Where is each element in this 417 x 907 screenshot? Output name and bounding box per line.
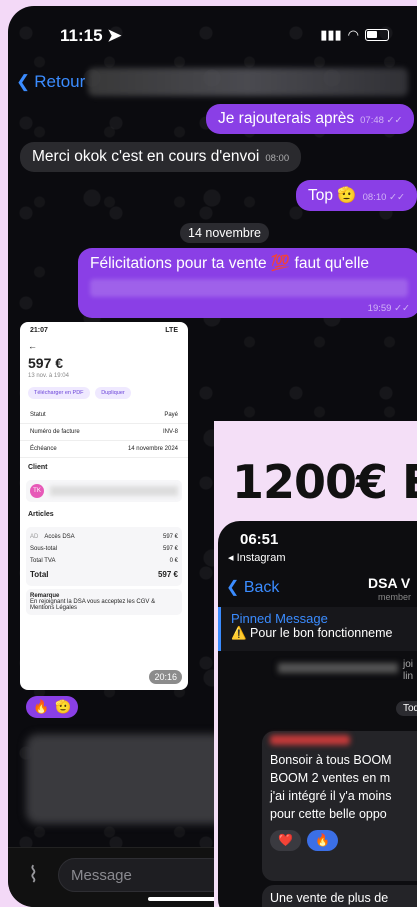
chevron-left-icon: ❮: [16, 72, 31, 91]
paperclip-icon[interactable]: ⌇: [28, 862, 39, 888]
status-time: 11:15 ➤: [60, 26, 122, 45]
group-message-2: Une vente de plus de: [262, 885, 417, 907]
client-avatar: TK: [30, 484, 44, 498]
message-line: pour cette belle oppo: [270, 807, 387, 822]
blurred-text: [90, 279, 408, 297]
battery-icon: [365, 29, 389, 41]
client-card: TK: [26, 480, 182, 502]
client-name-blurred: [50, 486, 178, 496]
instagram-backlink: ◂ Instagram: [228, 552, 286, 564]
invoice-row: Numéro de facture INV-8: [20, 424, 188, 441]
subtotal-row: Sous-total 597 €: [30, 543, 178, 555]
remarque-text: En rejoignant la DSA vous acceptez les C…: [30, 599, 156, 611]
message-input[interactable]: Message: [58, 858, 228, 892]
message-bubble-outgoing[interactable]: Top 🫡 08:10 ✓✓: [296, 180, 417, 211]
wifi-icon: ◠: [347, 27, 359, 42]
overlay-poster: 1200€ EN 06:51 ◂ Instagram ❮ Back DSA V …: [214, 421, 417, 907]
message-text: Merci okok c'est en cours d'envoi: [32, 148, 260, 165]
blurred-message: [26, 734, 226, 824]
status-bar: 11:15 ➤ ▮▮▮ ◠: [8, 6, 417, 62]
row-value: Payé: [164, 412, 178, 418]
message-bubble-outgoing[interactable]: Je rajouterais après 07:48 ✓✓: [206, 104, 415, 134]
pinned-message-bar: Pinned Message ⚠️ Pour le bon fonctionne…: [218, 607, 417, 651]
inner-phone-screenshot: 06:51 ◂ Instagram ❮ Back DSA V member Pi…: [218, 521, 417, 907]
contact-name-blurred[interactable]: [88, 68, 408, 96]
tva-row: Total TVA 0 €: [30, 555, 178, 567]
row-label: Total TVA: [30, 558, 56, 564]
invoice-network: LTE: [165, 327, 178, 334]
download-pdf-button: Télécharger en PDF: [28, 387, 90, 399]
message-reactions: ❤️ 🔥: [270, 829, 417, 851]
duplicate-button: Dupliquer: [95, 387, 131, 399]
back-button[interactable]: ❮ Retour: [16, 72, 85, 92]
arrow-left-icon: ←: [28, 341, 37, 351]
row-label: Sous-total: [30, 546, 58, 552]
article-row: AD Accès DSA 597 €: [30, 531, 178, 543]
invoice-message-time: 20:16: [149, 670, 182, 684]
group-message: Bonsoir à tous BOOM BOOM 2 ventes en m j…: [262, 731, 417, 881]
join-notice: joi: [403, 659, 414, 670]
heart-emoji-icon: ❤️: [270, 829, 301, 851]
signal-icon: ▮▮▮: [320, 27, 342, 42]
inner-chat-subtitle: member: [378, 592, 412, 602]
row-value: 597 €: [162, 546, 178, 552]
join-notice-2: lin: [403, 671, 414, 682]
article-code: AD: [30, 534, 39, 540]
message-time: 08:10 ✓✓: [362, 192, 405, 203]
message-text: Top 🫡: [308, 187, 357, 204]
message-bubble-outgoing[interactable]: Félicitations pour ta vente 💯 faut qu'el…: [78, 248, 417, 318]
poster-title: 1200€ EN: [232, 455, 417, 509]
join-notice-blurred: [278, 663, 398, 673]
status-icons: ▮▮▮ ◠: [320, 27, 389, 43]
back-label: Retour: [34, 72, 86, 91]
fire-emoji-icon: 🔥: [33, 699, 50, 714]
remarque-card: Remarque En rejoignant la DSA vous accep…: [26, 589, 182, 615]
articles-card: AD Accès DSA 597 € Sous-total 597 € Total …: [26, 527, 182, 586]
total-row: Total 597 €: [30, 567, 178, 582]
reaction-strip[interactable]: 🔥 🫡: [26, 696, 79, 718]
invoice-actions: Télécharger en PDF Dupliquer: [20, 379, 188, 407]
salute-emoji-icon: 🫡: [55, 699, 72, 714]
pinned-label: Pinned Message: [231, 611, 328, 626]
row-value: 14 novembre 2024: [127, 446, 178, 452]
row-value: 0 €: [169, 558, 178, 564]
message-bubble-incoming[interactable]: Merci okok c'est en cours d'envoi 08:00: [20, 142, 302, 172]
date-separator: 14 novembre: [180, 223, 269, 243]
invoice-time: 21:07: [30, 327, 48, 334]
article-name: Accès DSA: [44, 534, 75, 540]
article-price: 597 €: [162, 534, 178, 540]
sender-name-blurred: [270, 735, 350, 745]
row-label: Échéance: [30, 446, 57, 452]
client-title: Client: [28, 464, 48, 471]
message-line: Bonsoir à tous BOOM: [270, 753, 392, 767]
inner-back-button: ❮ Back: [226, 579, 280, 596]
chat-header: ❮ Retour: [8, 62, 417, 104]
inner-back-label: Back: [243, 579, 280, 596]
fire-emoji-icon: 🔥: [306, 829, 338, 851]
invoice-amount: 597 €: [28, 355, 64, 371]
message-text: Félicitations pour ta vente 💯 faut qu'el…: [90, 255, 370, 272]
invoice-row: Échéance 14 novembre 2024: [20, 441, 188, 458]
inner-status-time: 06:51: [240, 531, 279, 548]
row-value: 597 €: [157, 570, 178, 579]
inner-chat-title: DSA V: [368, 575, 411, 591]
invoice-row: Statut Payé: [20, 407, 188, 424]
message-time: 08:00: [265, 153, 290, 164]
pinned-text: ⚠️ Pour le bon fonctionneme: [231, 626, 393, 640]
message-text: Je rajouterais après: [218, 110, 355, 127]
invoice-screenshot[interactable]: 21:07 LTE ← 597 € 13 nov. à 19:04 Téléch…: [20, 322, 188, 690]
row-label: Numéro de facture: [30, 429, 80, 435]
row-value: INV-8: [162, 429, 178, 435]
message-time: 19:59 ✓✓: [367, 303, 410, 314]
today-separator: Tod: [396, 701, 417, 716]
message-line: BOOM 2 ventes en m: [270, 771, 391, 786]
articles-title: Articles: [28, 511, 54, 518]
invoice-status-bar: 21:07 LTE: [20, 322, 188, 339]
message-time: 07:48 ✓✓: [360, 115, 403, 126]
message-line: j'ai intégré il y'a moins: [270, 789, 392, 804]
row-label: Total: [30, 570, 49, 579]
row-label: Statut: [30, 412, 46, 418]
